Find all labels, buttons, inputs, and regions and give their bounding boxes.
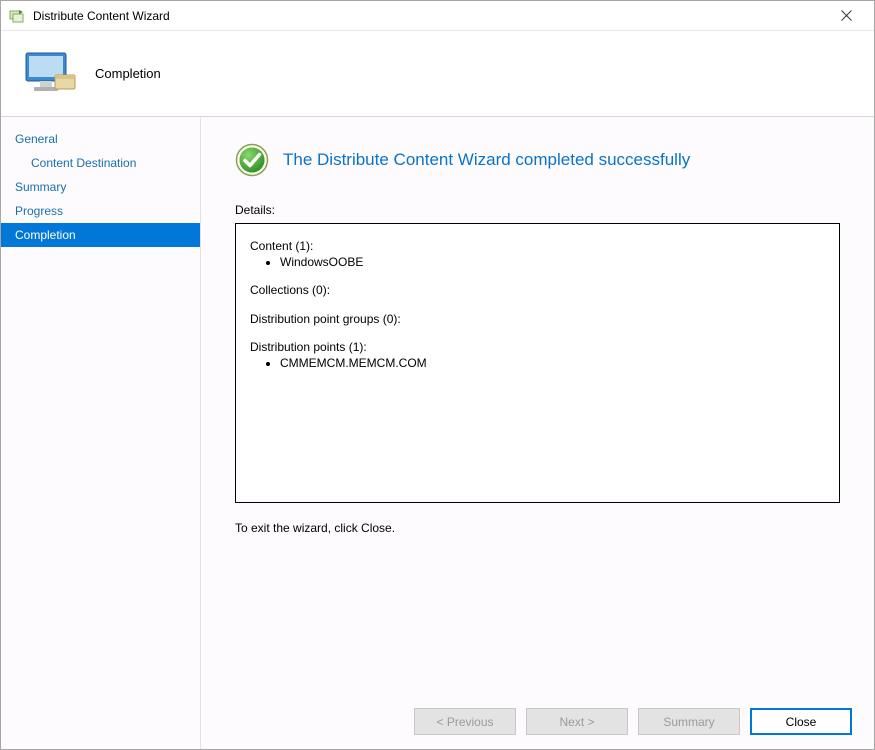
app-icon [9, 8, 25, 24]
close-button[interactable]: Close [750, 708, 852, 735]
details-box: Content (1): WindowsOOBE Collections (0)… [235, 223, 840, 503]
status-row: The Distribute Content Wizard completed … [235, 143, 840, 177]
monitor-icon [21, 49, 77, 99]
wizard-body: General Content Destination Summary Prog… [1, 117, 874, 749]
main-panel: The Distribute Content Wizard completed … [201, 117, 874, 749]
details-collections-heading: Collections (0): [250, 282, 825, 298]
details-dp-heading: Distribution points (1): [250, 339, 825, 355]
sidebar-item-general[interactable]: General [1, 127, 200, 151]
success-check-icon [235, 143, 269, 177]
exit-instruction: To exit the wizard, click Close. [235, 521, 840, 535]
window-title: Distribute Content Wizard [33, 9, 826, 23]
details-dp-group: Distribution points (1): CMMEMCM.MEMCM.C… [250, 339, 825, 371]
titlebar: Distribute Content Wizard [1, 1, 874, 31]
details-content-group: Content (1): WindowsOOBE [250, 238, 825, 270]
sidebar-item-completion[interactable]: Completion [1, 223, 200, 247]
details-dpgroups-group: Distribution point groups (0): [250, 311, 825, 327]
sidebar-item-summary[interactable]: Summary [1, 175, 200, 199]
details-collections-group: Collections (0): [250, 282, 825, 298]
page-title: Completion [95, 66, 161, 81]
details-dp-item: CMMEMCM.MEMCM.COM [280, 355, 825, 371]
details-dpgroups-heading: Distribution point groups (0): [250, 311, 825, 327]
sidebar-item-progress[interactable]: Progress [1, 199, 200, 223]
button-bar: < Previous Next > Summary Close [1, 708, 874, 735]
sidebar: General Content Destination Summary Prog… [1, 117, 201, 749]
wizard-window: Distribute Content Wizard Completion Gen… [0, 0, 875, 750]
next-button: Next > [526, 708, 628, 735]
details-label: Details: [235, 203, 840, 217]
sidebar-item-content-destination[interactable]: Content Destination [1, 151, 200, 175]
details-content-item: WindowsOOBE [280, 254, 825, 270]
close-icon[interactable] [826, 2, 866, 30]
details-content-heading: Content (1): [250, 238, 825, 254]
previous-button: < Previous [414, 708, 516, 735]
summary-button: Summary [638, 708, 740, 735]
wizard-header: Completion [1, 31, 874, 117]
status-message: The Distribute Content Wizard completed … [283, 150, 690, 170]
